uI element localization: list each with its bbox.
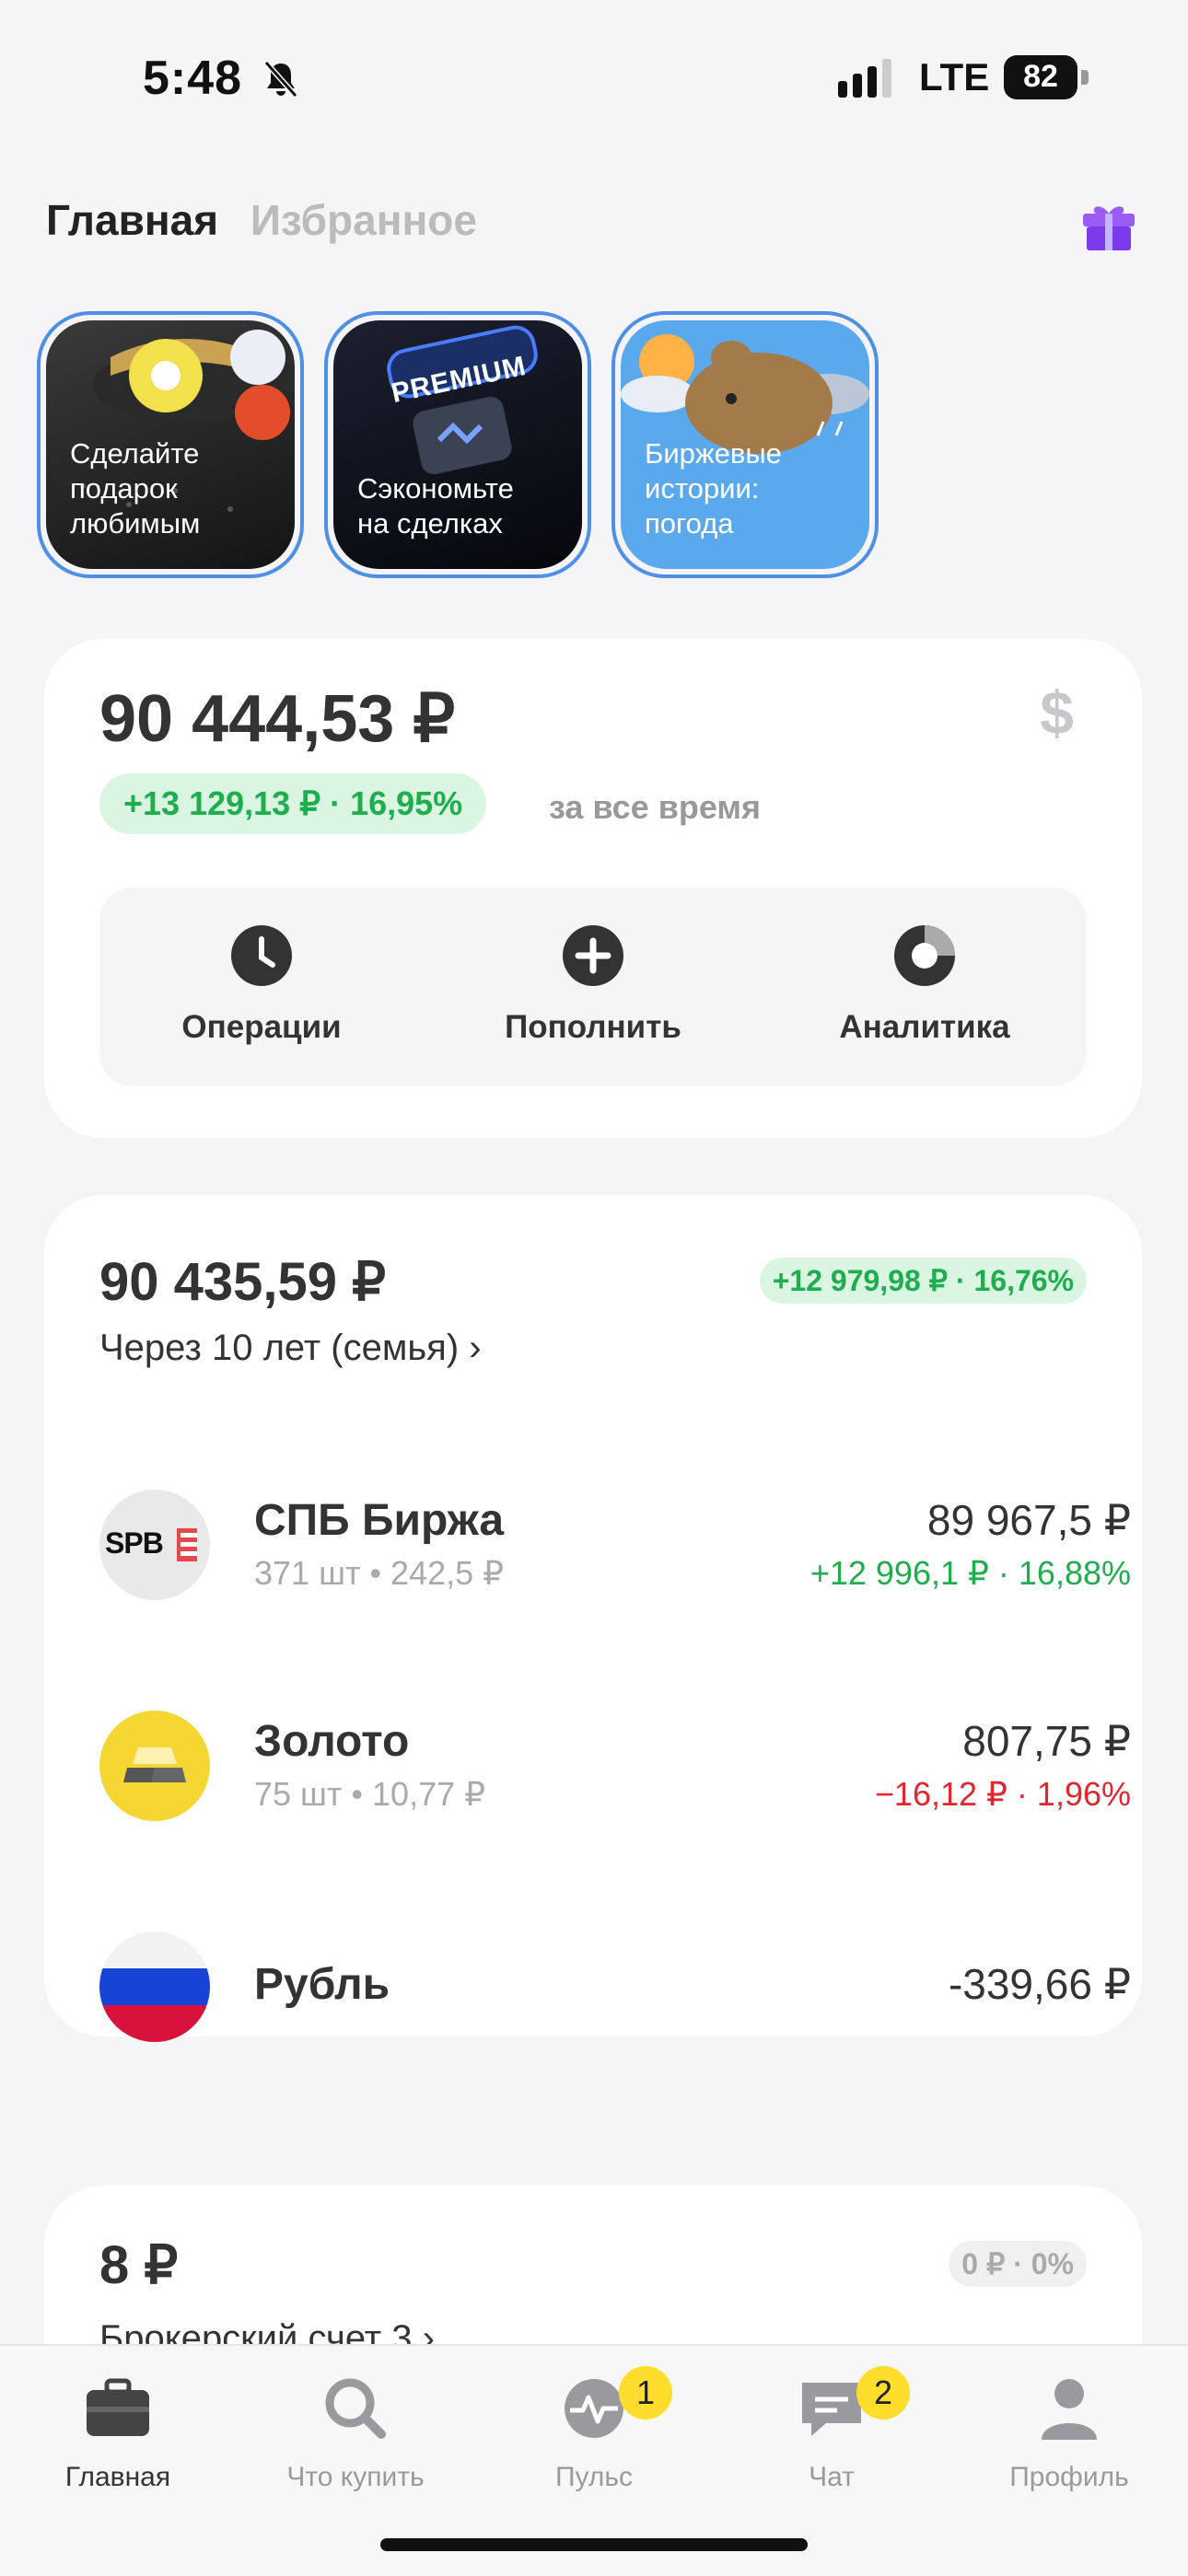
holding-name: Рубль [254,1960,390,2009]
holding-row-ruble[interactable]: Рубль -339,66 ₽ [44,1922,1186,2051]
currency-switch-icon[interactable]: $ [1040,678,1074,748]
story-gift[interactable]: Сделайте подарок любимым [37,311,304,578]
deposit-button[interactable]: Пополнить [455,924,731,1046]
story-premium-title: Сэкономьте на сделках [357,472,514,540]
spb-logo: SPB [99,1490,210,1600]
tab-main[interactable]: Главная [46,196,218,244]
holding-detail: 75 шт • 10,77 ₽ [254,1775,486,1813]
profile-icon [1042,2379,1097,2440]
status-bar: 5:48 LTE 82 [0,0,1188,157]
account2-value: 8 ₽ [99,2235,179,2295]
holding-detail: 371 шт • 242,5 ₽ [254,1554,505,1592]
top-tabs: Главная Избранное [46,195,477,245]
holding-name: СПБ Биржа [254,1496,505,1545]
gold-logo [99,1711,210,1821]
russia-flag-icon [99,1932,210,2042]
story-weather[interactable]: Биржевые истории: погода [611,311,879,578]
pulse-badge: 1 [619,2366,672,2419]
bell-muted-icon [263,61,298,98]
account-card[interactable]: 90 435,59 ₽ +12 979,98 ₽ · 16,76% Через … [44,1195,1142,2042]
holding-value: 807,75 ₽ [962,1717,1131,1765]
holding-value: -339,66 ₽ [948,1960,1131,2008]
chat-badge: 2 [856,2366,910,2419]
story-gift-title: Сделайте подарок любимым [70,437,201,540]
account2-change-badge: 0 ₽ · 0% [949,2241,1087,2287]
network-type: LTE [919,55,990,99]
nav-pulse[interactable]: Пульс 1 [488,2366,700,2493]
nav-search[interactable]: Что купить [250,2372,461,2493]
total-value: 90 444,53 ₽ [99,682,456,756]
home-indicator [380,2538,808,2551]
search-icon [325,2378,386,2439]
battery-indicator: 82 [1004,55,1089,99]
briefcase-icon [87,2378,149,2436]
account-change-badge: +12 979,98 ₽ · 16,76% [759,1258,1087,1304]
signal-icon [838,59,891,98]
period-label[interactable]: за все время [549,788,761,827]
holding-name: Золото [254,1717,410,1766]
pie-chart-icon [894,925,955,986]
holding-change: +12 996,1 ₽ · 16,88% [809,1554,1131,1592]
holding-value: 89 967,5 ₽ [926,1496,1131,1544]
nav-home[interactable]: Главная [12,2372,224,2493]
analytics-button[interactable]: Аналитика [786,924,1063,1046]
gold-bars-icon [123,1747,186,1782]
quick-actions: Операции Пополнить Аналитика [99,888,1087,1086]
nav-chat[interactable]: Чат 2 [726,2366,938,2493]
story-premium[interactable]: PREMIUM Сэкономьте на сделках [324,311,591,578]
total-change-badge: +13 129,13 ₽ · 16,95% [99,773,487,834]
tab-favorites[interactable]: Избранное [250,196,477,244]
plus-icon [563,925,623,986]
operations-button[interactable]: Операции [123,924,400,1046]
battery-level: 82 [1023,59,1058,94]
clock-icon [231,925,292,986]
portfolio-total-card: 90 444,53 ₽ $ +13 129,13 ₽ · 16,95% за в… [44,639,1142,1138]
account-name-link[interactable]: Через 10 лет (семья) › [99,1328,482,1369]
holding-row-spb[interactable]: SPB СПБ Биржа 371 шт • 242,5 ₽ 89 967,5 … [44,1480,1186,1609]
gift-icon[interactable] [1079,195,1138,254]
holding-change: −16,12 ₽ · 1,96% [874,1775,1131,1813]
account-value: 90 435,59 ₽ [99,1252,387,1312]
status-time: 5:48 [143,52,243,105]
holding-row-gold[interactable]: Золото 75 шт • 10,77 ₽ 807,75 ₽ −16,12 ₽… [44,1701,1186,1830]
nav-profile[interactable]: Профиль [963,2372,1175,2493]
story-weather-title: Биржевые истории: погода [645,437,782,540]
